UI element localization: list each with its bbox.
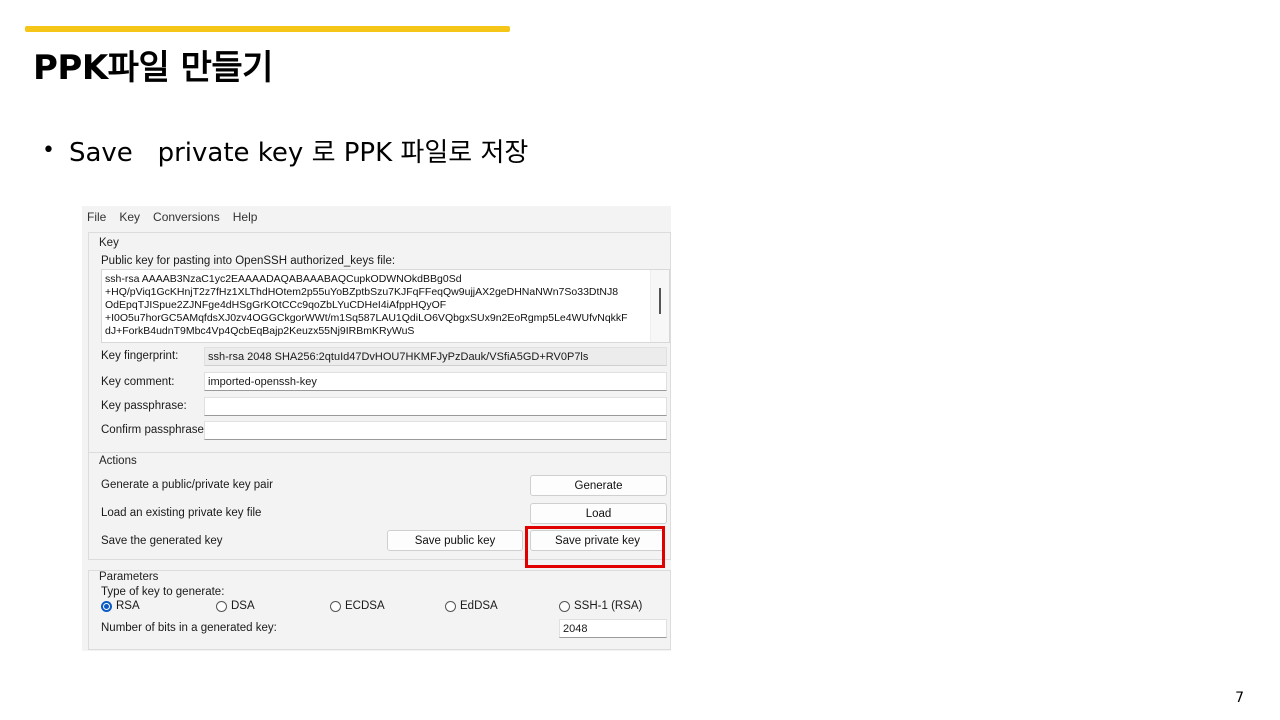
radio-ssh1[interactable]: SSH-1 (RSA) [559, 600, 642, 612]
menu-conversions[interactable]: Conversions [153, 210, 220, 224]
pubkey-line: ssh-rsa AAAAB3NzaC1yc2EAAAADAQABAAABAQCu… [105, 273, 462, 285]
scroll-thumb[interactable] [659, 288, 661, 314]
radio-eddsa-label: EdDSA [460, 600, 498, 612]
radio-ecdsa[interactable]: ECDSA [330, 600, 385, 612]
passphrase-field[interactable] [204, 397, 667, 416]
actions-group-label: Actions [99, 455, 137, 467]
red-highlight-box [525, 526, 665, 568]
radio-dsa-label: DSA [231, 600, 255, 612]
bits-field[interactable]: 2048 [559, 619, 667, 638]
confirm-passphrase-label: Confirm passphrase: [101, 424, 208, 436]
key-type-label: Type of key to generate: [101, 586, 225, 598]
menu-file[interactable]: File [87, 210, 106, 224]
pubkey-textbox[interactable]: ssh-rsa AAAAB3NzaC1yc2EAAAADAQABAAABAQCu… [101, 269, 670, 343]
radio-rsa-label: RSA [116, 600, 140, 612]
pubkey-line: +HQ/pViq1GcKHnjT2z7fHz1XLThdHOtem2p55uYo… [105, 286, 619, 298]
pubkey-text: ssh-rsa AAAAB3NzaC1yc2EAAAADAQABAAABAQCu… [105, 273, 628, 338]
radio-unchecked-icon [559, 600, 570, 612]
comment-label: Key comment: [101, 376, 175, 388]
parameters-group-label: Parameters [99, 571, 159, 583]
menu-help[interactable]: Help [233, 210, 258, 224]
pubkey-line: +I0O5u7horGC5AMqfdsXJ0zv4OGGCkgorWWt/m1S… [105, 312, 628, 324]
pubkey-label: Public key for pasting into OpenSSH auth… [101, 255, 396, 267]
comment-field[interactable]: imported-openssh-key [204, 372, 667, 391]
radio-ecdsa-label: ECDSA [345, 600, 385, 612]
slide-title: PPK파일 만들기 [33, 48, 273, 88]
radio-checked-icon [101, 600, 112, 612]
menu-key[interactable]: Key [119, 210, 140, 224]
load-button[interactable]: Load [530, 503, 667, 524]
menu-bar: File Key Conversions Help [82, 206, 671, 228]
bullet-dot: • [42, 138, 55, 163]
bullet-text: Save private key 로 PPK 파일로 저장 [68, 138, 529, 168]
radio-ssh1-label: SSH-1 (RSA) [574, 600, 643, 612]
radio-unchecked-icon [445, 600, 456, 612]
fingerprint-label: Key fingerprint: [101, 350, 179, 362]
pubkey-line: OdEpqTJISpue2ZJNFge4dHSgGrKOtCCc9qoZbLYu… [105, 299, 447, 311]
pubkey-line: dJ+ForkB4udnT9Mbc4Vp4QcbEqBajp2Keuzx55Nj… [105, 325, 415, 337]
generate-button[interactable]: Generate [530, 475, 667, 496]
page-number: 7 [1235, 690, 1244, 706]
radio-unchecked-icon [330, 600, 341, 612]
bullet-point: • Save private key 로 PPK 파일로 저장 [42, 132, 528, 169]
load-description: Load an existing private key file [101, 507, 262, 519]
puttygen-window: File Key Conversions Help Key Public key… [82, 206, 671, 651]
pubkey-scrollbar[interactable] [650, 270, 669, 342]
confirm-passphrase-field[interactable] [204, 421, 667, 440]
key-group-label: Key [99, 237, 119, 249]
generate-description: Generate a public/private key pair [101, 479, 273, 491]
save-description: Save the generated key [101, 535, 223, 547]
radio-dsa[interactable]: DSA [216, 600, 255, 612]
passphrase-label: Key passphrase: [101, 400, 187, 412]
radio-rsa[interactable]: RSA [101, 600, 140, 612]
save-public-key-button[interactable]: Save public key [387, 530, 523, 551]
bits-label: Number of bits in a generated key: [101, 622, 277, 634]
fingerprint-field[interactable]: ssh-rsa 2048 SHA256:2qtuId47DvHOU7HKMFJy… [204, 347, 667, 366]
title-accent-bar [25, 26, 510, 32]
radio-unchecked-icon [216, 600, 227, 612]
radio-eddsa[interactable]: EdDSA [445, 600, 498, 612]
